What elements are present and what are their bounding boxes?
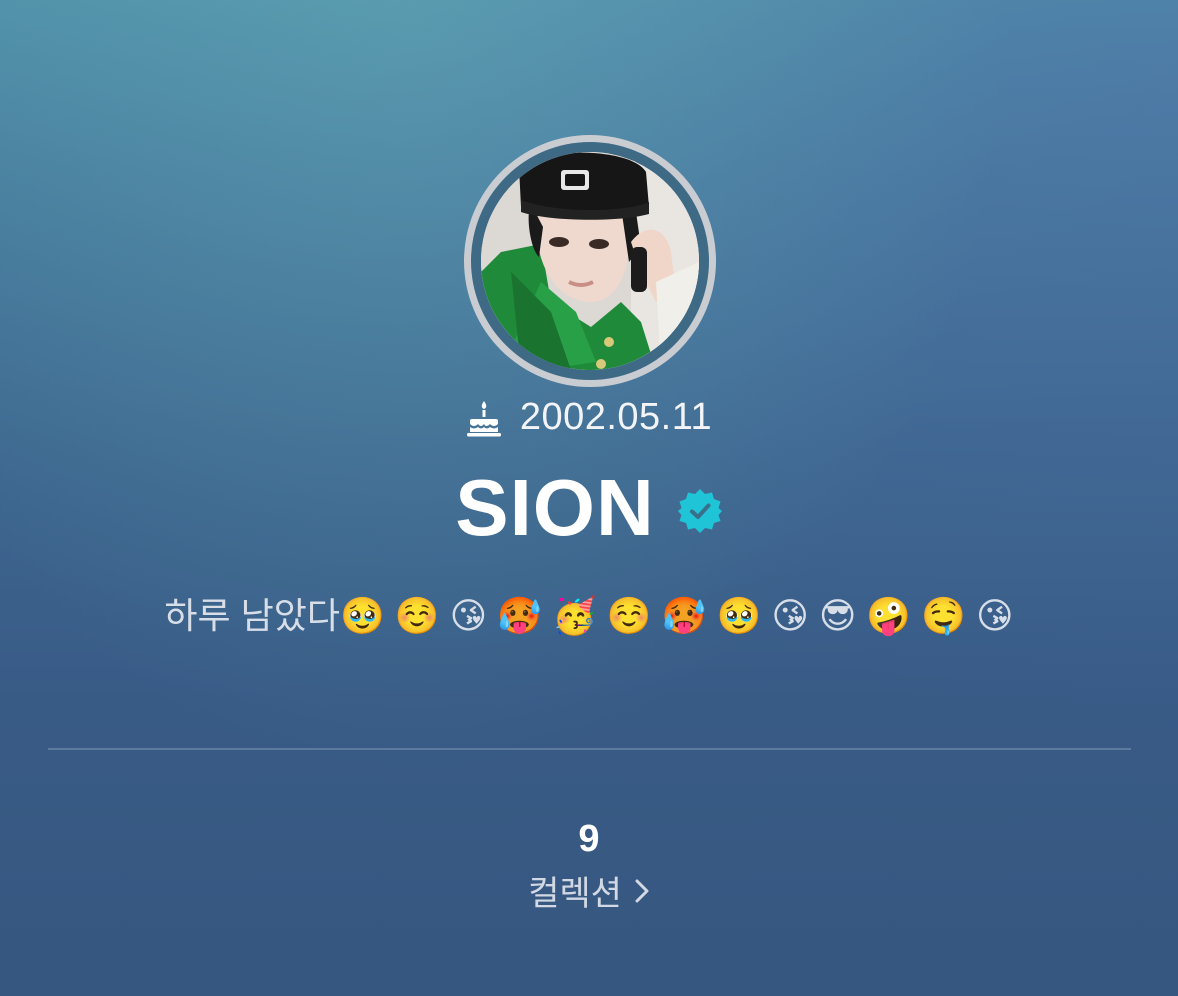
collection-count: 9 bbox=[578, 818, 600, 860]
chevron-right-icon bbox=[635, 879, 649, 902]
avatar-photo bbox=[481, 152, 699, 370]
cake-icon bbox=[466, 400, 501, 436]
birthday-date: 2002.05.11 bbox=[519, 396, 713, 438]
verified-badge-icon bbox=[677, 489, 722, 533]
collection-label: 컬렉션 bbox=[528, 875, 622, 913]
divider bbox=[48, 748, 1131, 750]
birthday-row: 2002.05.11 bbox=[0, 396, 1178, 439]
profile-name: SION bbox=[455, 463, 655, 552]
name-row: SION bbox=[0, 462, 1178, 554]
status-text: 하루 남았다🥹 ☺️ 😘 🥵 🥳 ☺️ 🥵 🥹 😘 😎 🤪 🤤 😘 bbox=[164, 595, 1014, 636]
collection-link[interactable]: 컬렉션 bbox=[0, 866, 1178, 915]
status-message: 하루 남았다🥹 ☺️ 😘 🥵 🥳 ☺️ 🥵 🥹 😘 😎 🤪 🤤 😘 bbox=[0, 590, 1178, 642]
avatar[interactable] bbox=[481, 152, 699, 370]
